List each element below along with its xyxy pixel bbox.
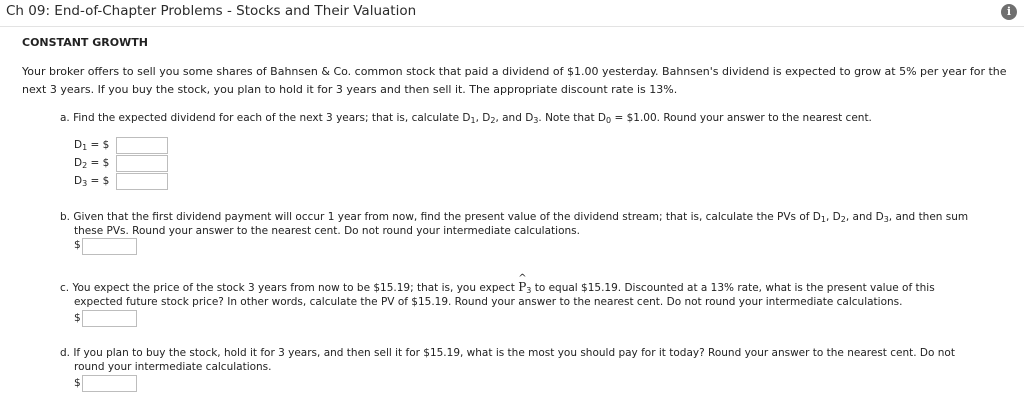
intro-line-2: next 3 years. If you buy the stock, you … xyxy=(22,83,678,96)
part-b-question-line-2: these PVs. Round your answer to the near… xyxy=(74,225,580,237)
header-bar: Ch 09: End-of-Chapter Problems - Stocks … xyxy=(0,0,1024,27)
d1-input[interactable] xyxy=(116,137,168,154)
page-title: Ch 09: End-of-Chapter Problems - Stocks … xyxy=(6,3,417,19)
info-icon[interactable]: i xyxy=(1001,4,1017,20)
section-title: CONSTANT GROWTH xyxy=(22,36,148,49)
d3-input[interactable] xyxy=(116,173,168,190)
p3-hat-symbol: ^ P xyxy=(518,273,527,294)
d2-input[interactable] xyxy=(116,155,168,172)
part-b-input[interactable] xyxy=(82,238,137,255)
part-c-question-line-2: expected future stock price? In other wo… xyxy=(74,296,903,308)
d3-row: D3 = $ xyxy=(74,175,110,188)
part-a-question: a. Find the expected dividend for each o… xyxy=(60,112,872,125)
d1-row: D1 = $ xyxy=(74,139,110,152)
part-d-question-line-2: round your intermediate calculations. xyxy=(74,361,272,373)
part-b-dollar: $ xyxy=(74,239,81,251)
d2-row: D2 = $ xyxy=(74,157,110,170)
part-d-question-line-1: d. If you plan to buy the stock, hold it… xyxy=(60,347,955,359)
part-c-dollar: $ xyxy=(74,312,81,324)
part-d-input[interactable] xyxy=(82,375,137,392)
part-d-dollar: $ xyxy=(74,377,81,389)
part-c-input[interactable] xyxy=(82,310,137,327)
intro-line-1: Your broker offers to sell you some shar… xyxy=(22,65,1007,78)
